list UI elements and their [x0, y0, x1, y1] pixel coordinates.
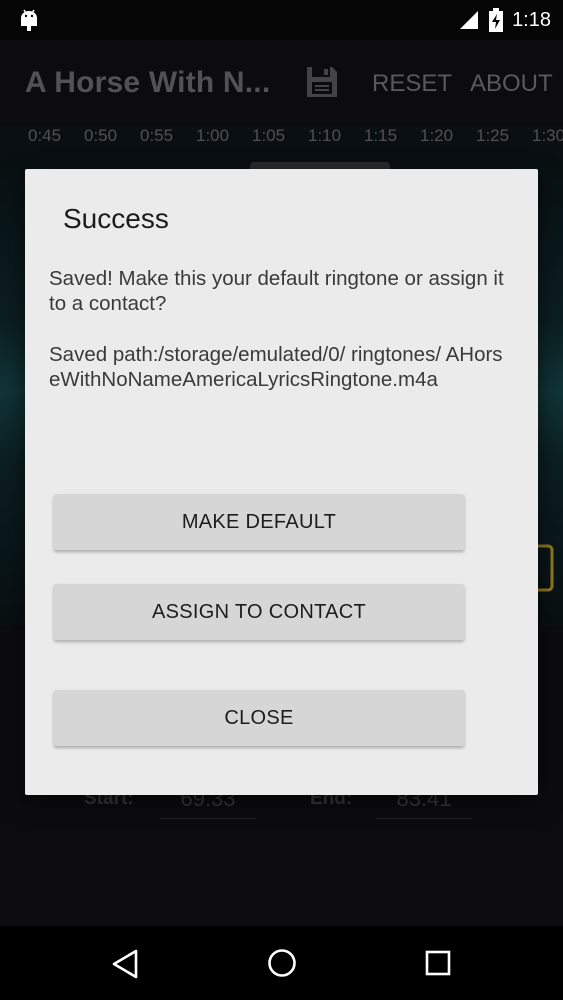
battery-charging-icon — [489, 8, 504, 32]
status-time: 1:18 — [512, 8, 551, 31]
back-icon[interactable] — [108, 947, 142, 981]
assign-to-contact-button[interactable]: ASSIGN TO CONTACT — [54, 584, 464, 640]
make-default-button[interactable]: MAKE DEFAULT — [54, 494, 464, 550]
close-button[interactable]: CLOSE — [54, 690, 464, 746]
dialog-message: Saved! Make this your default ringtone o… — [49, 267, 504, 315]
signal-icon — [460, 11, 479, 29]
navigation-bar — [0, 926, 563, 1000]
home-icon[interactable] — [266, 947, 298, 979]
dialog-title: Success — [63, 203, 169, 234]
android-icon — [21, 9, 37, 31]
recent-apps-icon[interactable] — [424, 949, 452, 977]
dialog-saved-path: Saved path:/storage/emulated/0/ ringtone… — [49, 343, 503, 391]
success-dialog: Success Saved! Make this your default ri… — [25, 169, 538, 795]
status-bar: 1:18 — [0, 0, 563, 40]
